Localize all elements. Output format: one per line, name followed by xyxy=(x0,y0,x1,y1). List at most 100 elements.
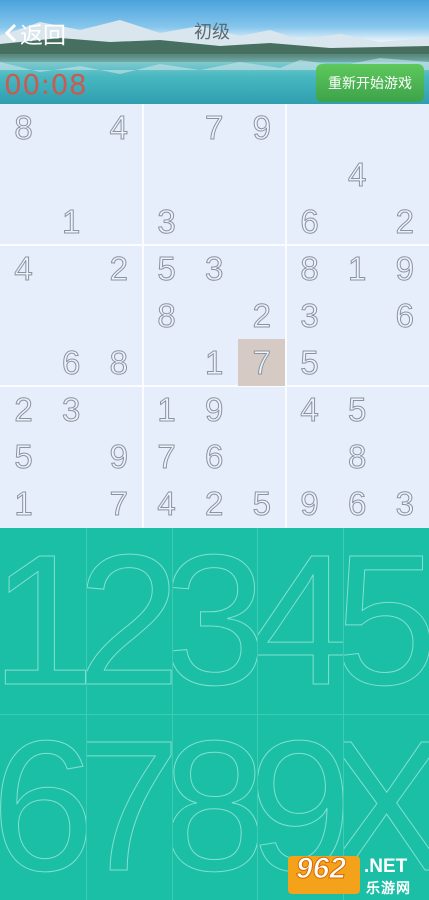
sudoku-cell[interactable] xyxy=(381,339,428,386)
sudoku-cell[interactable] xyxy=(0,292,47,339)
number-key-5[interactable]: 5 xyxy=(343,528,429,714)
sudoku-cell[interactable] xyxy=(48,245,95,292)
sudoku-cell[interactable] xyxy=(0,198,47,245)
number-key-6[interactable]: 6 xyxy=(0,714,86,900)
sudoku-cell[interactable]: 5 xyxy=(334,386,381,433)
sudoku-cell[interactable] xyxy=(95,151,142,198)
number-keypad: 123456789X xyxy=(0,528,429,900)
sudoku-cell[interactable]: 3 xyxy=(48,386,95,433)
sudoku-cell[interactable] xyxy=(95,292,142,339)
sudoku-board: 8479413624253819823668175231945597681742… xyxy=(0,104,429,528)
sudoku-cell[interactable]: 6 xyxy=(48,339,95,386)
sudoku-cell[interactable]: 1 xyxy=(0,480,47,527)
keypad-divider-horizontal xyxy=(0,714,429,715)
sudoku-cell[interactable] xyxy=(238,245,285,292)
sudoku-cell[interactable] xyxy=(95,386,142,433)
sudoku-cell[interactable] xyxy=(143,151,190,198)
sudoku-cell[interactable] xyxy=(191,151,238,198)
back-button[interactable]: 返回 xyxy=(4,16,66,50)
sudoku-cell[interactable]: 5 xyxy=(143,245,190,292)
sudoku-cell[interactable] xyxy=(286,104,333,151)
sudoku-cell[interactable] xyxy=(0,151,47,198)
sudoku-cell[interactable]: 3 xyxy=(381,480,428,527)
sudoku-cell[interactable]: 8 xyxy=(0,104,47,151)
sudoku-cell[interactable]: 2 xyxy=(238,292,285,339)
sudoku-cell[interactable] xyxy=(143,104,190,151)
sudoku-cell[interactable]: 5 xyxy=(238,480,285,527)
sudoku-cell[interactable]: 8 xyxy=(334,433,381,480)
number-key-3[interactable]: 3 xyxy=(172,528,258,714)
sudoku-cell[interactable] xyxy=(191,198,238,245)
sudoku-cell[interactable]: 2 xyxy=(0,386,47,433)
sudoku-cell[interactable]: 8 xyxy=(95,339,142,386)
sudoku-cell[interactable]: 1 xyxy=(48,198,95,245)
sudoku-cell[interactable] xyxy=(238,151,285,198)
number-key-8[interactable]: 8 xyxy=(172,714,258,900)
watermark-suffix: .NET xyxy=(364,856,408,877)
sudoku-cell[interactable] xyxy=(334,292,381,339)
sudoku-cell[interactable]: 2 xyxy=(191,480,238,527)
sudoku-cell[interactable]: 4 xyxy=(95,104,142,151)
number-key-2[interactable]: 2 xyxy=(86,528,172,714)
sudoku-cell[interactable] xyxy=(48,292,95,339)
sudoku-cell[interactable]: 7 xyxy=(143,433,190,480)
sudoku-cell[interactable]: 7 xyxy=(191,104,238,151)
timer-display: 00:08 xyxy=(4,68,88,101)
sudoku-cell[interactable]: 1 xyxy=(191,339,238,386)
sudoku-cell[interactable] xyxy=(48,104,95,151)
watermark-logo: 962 .NET 乐游网 xyxy=(286,852,429,900)
sudoku-cell[interactable] xyxy=(334,198,381,245)
sudoku-cell[interactable]: 8 xyxy=(143,292,190,339)
sudoku-cell[interactable]: 6 xyxy=(286,198,333,245)
sudoku-cell[interactable] xyxy=(238,433,285,480)
number-key-4[interactable]: 4 xyxy=(257,528,343,714)
sudoku-cell[interactable]: 6 xyxy=(191,433,238,480)
sudoku-cell[interactable]: 1 xyxy=(334,245,381,292)
sudoku-cell[interactable] xyxy=(143,339,190,386)
sudoku-cell[interactable] xyxy=(381,151,428,198)
watermark-number: 962 xyxy=(295,852,347,886)
sudoku-cell[interactable]: 9 xyxy=(381,245,428,292)
sudoku-cell[interactable]: 8 xyxy=(286,245,333,292)
sudoku-cell[interactable] xyxy=(334,339,381,386)
number-key-1[interactable]: 1 xyxy=(0,528,86,714)
sudoku-cell[interactable]: 5 xyxy=(286,339,333,386)
watermark-site-name: 乐游网 xyxy=(366,881,411,897)
sudoku-cell[interactable] xyxy=(334,104,381,151)
sudoku-cell[interactable] xyxy=(95,198,142,245)
sudoku-cell[interactable] xyxy=(48,433,95,480)
sudoku-cell[interactable] xyxy=(0,339,47,386)
sudoku-cell[interactable]: 3 xyxy=(286,292,333,339)
sudoku-cell[interactable] xyxy=(48,480,95,527)
sudoku-cell[interactable] xyxy=(286,151,333,198)
sudoku-cell[interactable]: 6 xyxy=(381,292,428,339)
sudoku-cell[interactable]: 3 xyxy=(191,245,238,292)
sudoku-cell[interactable]: 4 xyxy=(143,480,190,527)
sudoku-cell[interactable]: 3 xyxy=(143,198,190,245)
sudoku-cell[interactable] xyxy=(381,433,428,480)
level-title: 初级 xyxy=(194,22,230,43)
sudoku-cell[interactable]: 7 xyxy=(95,480,142,527)
sudoku-cell[interactable] xyxy=(238,198,285,245)
sudoku-cell[interactable]: 6 xyxy=(334,480,381,527)
sudoku-cell[interactable]: 4 xyxy=(334,151,381,198)
number-key-7[interactable]: 7 xyxy=(86,714,172,900)
sudoku-cell[interactable]: 9 xyxy=(286,480,333,527)
sudoku-cell[interactable]: 4 xyxy=(286,386,333,433)
sudoku-cell[interactable] xyxy=(191,292,238,339)
sudoku-cell[interactable]: 9 xyxy=(95,433,142,480)
sudoku-cell-selected[interactable]: 7 xyxy=(238,339,286,386)
sudoku-cell[interactable]: 2 xyxy=(381,198,428,245)
sudoku-cell[interactable]: 2 xyxy=(95,245,142,292)
sudoku-cell[interactable]: 4 xyxy=(0,245,47,292)
sudoku-cell[interactable] xyxy=(381,104,428,151)
sudoku-cell[interactable]: 5 xyxy=(0,433,47,480)
sudoku-cell[interactable]: 9 xyxy=(191,386,238,433)
sudoku-cell[interactable] xyxy=(48,151,95,198)
sudoku-cell[interactable] xyxy=(381,386,428,433)
restart-game-button[interactable]: 重新开始游戏 xyxy=(316,64,424,102)
sudoku-cell[interactable]: 9 xyxy=(238,104,285,151)
sudoku-cell[interactable] xyxy=(286,433,333,480)
sudoku-cell[interactable] xyxy=(238,386,285,433)
sudoku-cell[interactable]: 1 xyxy=(143,386,190,433)
